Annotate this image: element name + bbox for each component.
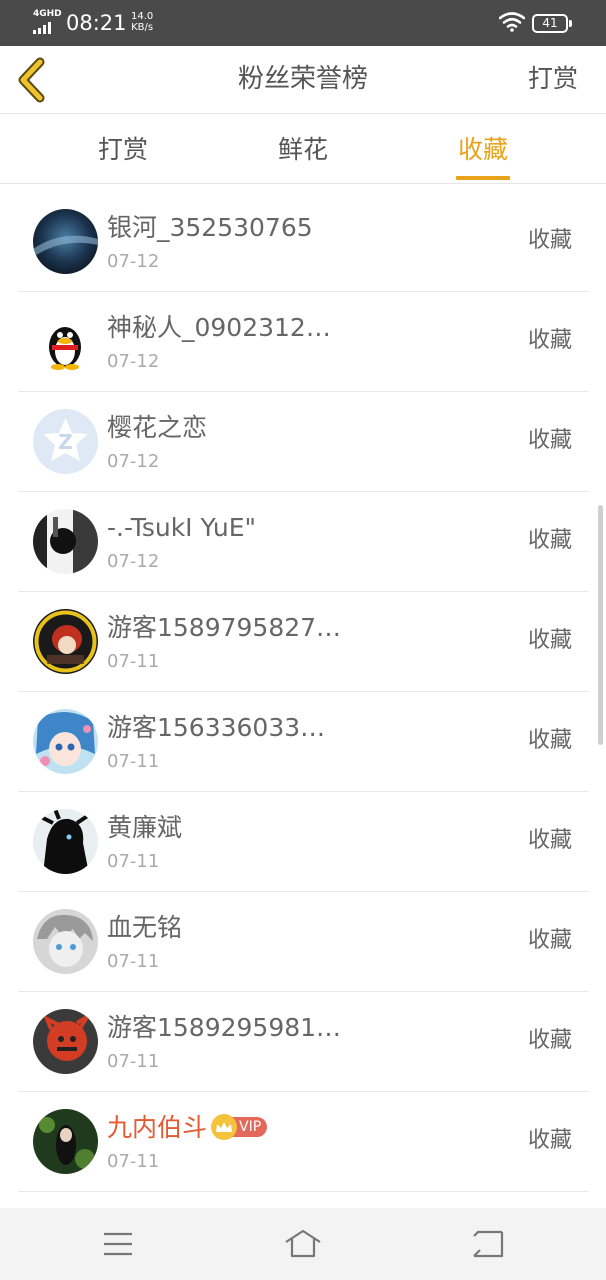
system-nav-bar bbox=[0, 1208, 606, 1280]
network-type: 4GHD bbox=[33, 9, 62, 19]
header: 粉丝荣誉榜 打赏 bbox=[0, 46, 606, 114]
user-name: 神秘人_0902312… bbox=[107, 313, 331, 342]
user-name: 血无铭 bbox=[107, 913, 183, 942]
action-label: 收藏 bbox=[527, 428, 572, 453]
list-item[interactable]: 游客1589295981… 07-11 收藏 bbox=[0, 992, 606, 1092]
avatar bbox=[33, 609, 98, 674]
list-item[interactable]: 黄廉斌 07-11 收藏 bbox=[0, 792, 606, 892]
user-name: ‐.‐TsukI YuE" bbox=[107, 513, 257, 542]
tab-bar: 打赏 鲜花 收藏 bbox=[0, 115, 606, 184]
avatar: Z bbox=[33, 409, 98, 474]
action-label: 收藏 bbox=[527, 928, 572, 953]
action-label: 收藏 bbox=[527, 228, 572, 253]
avatar bbox=[33, 909, 98, 974]
network-speed: 14.0 KB/s bbox=[131, 11, 154, 33]
list-item[interactable]: 游客156336033… 07-11 收藏 bbox=[0, 692, 606, 792]
return-icon bbox=[473, 1230, 504, 1258]
menu-icon bbox=[104, 1232, 132, 1256]
action-label: 收藏 bbox=[527, 528, 572, 553]
svg-text:Z: Z bbox=[58, 430, 73, 454]
list-item[interactable]: ‐.‐TsukI YuE" 07-12 收藏 bbox=[0, 492, 606, 592]
avatar bbox=[33, 509, 98, 574]
active-tab-indicator bbox=[456, 176, 510, 180]
avatar bbox=[33, 309, 98, 374]
avatar bbox=[33, 809, 98, 874]
tab-flowers[interactable]: 鲜花 bbox=[243, 115, 363, 184]
list-item[interactable]: 九内伯斗 VIP 07-11 收藏 bbox=[0, 1092, 606, 1192]
date: 07-11 bbox=[107, 951, 160, 972]
date: 07-12 bbox=[107, 351, 160, 372]
list-item[interactable]: 神秘人_0902312… 07-12 收藏 bbox=[0, 292, 606, 392]
tab-reward[interactable]: 打赏 bbox=[63, 115, 183, 184]
crown-icon bbox=[211, 1114, 238, 1140]
date: 07-11 bbox=[107, 651, 160, 672]
list-item[interactable]: 银河_352530765 07-12 收藏 bbox=[0, 192, 606, 292]
wifi-icon bbox=[499, 12, 525, 32]
avatar bbox=[33, 1009, 98, 1074]
date: 07-11 bbox=[107, 751, 160, 772]
battery-level: 41 bbox=[542, 16, 558, 30]
date: 07-12 bbox=[107, 451, 160, 472]
signal-icon: 4GHD bbox=[33, 9, 62, 35]
action-label: 收藏 bbox=[527, 1028, 572, 1053]
user-name: 游客1589295981… bbox=[107, 1013, 342, 1042]
return-button[interactable] bbox=[468, 1226, 508, 1262]
list-item[interactable]: Z 樱花之恋 07-12 收藏 bbox=[0, 392, 606, 492]
action-label: 收藏 bbox=[527, 1128, 572, 1153]
list-item[interactable]: 游客1589795827… 07-11 收藏 bbox=[0, 592, 606, 692]
menu-button[interactable] bbox=[98, 1226, 138, 1262]
status-bar: 4GHD 08:21 14.0 KB/s 41 bbox=[0, 0, 606, 46]
user-name: 黄廉斌 bbox=[107, 813, 183, 842]
clock: 08:21 bbox=[66, 11, 127, 35]
avatar bbox=[33, 209, 98, 274]
list-item[interactable]: 血无铭 07-11 收藏 bbox=[0, 892, 606, 992]
avatar bbox=[33, 709, 98, 774]
battery-icon: 41 bbox=[532, 14, 572, 33]
action-label: 收藏 bbox=[527, 328, 572, 353]
action-label: 收藏 bbox=[527, 628, 572, 653]
home-button[interactable] bbox=[283, 1226, 323, 1262]
reward-button[interactable]: 打赏 bbox=[528, 62, 578, 96]
page-title: 粉丝荣誉榜 bbox=[237, 64, 368, 94]
action-label: 收藏 bbox=[527, 728, 572, 753]
fan-list: 银河_352530765 07-12 收藏 神秘人_0902312… 07-12… bbox=[0, 192, 606, 1208]
date: 07-11 bbox=[107, 1051, 160, 1072]
user-name: 游客1589795827… bbox=[107, 613, 342, 642]
action-label: 收藏 bbox=[527, 828, 572, 853]
scrollbar[interactable] bbox=[598, 505, 603, 745]
user-name: 游客156336033… bbox=[107, 713, 326, 742]
user-name: 银河_352530765 bbox=[107, 213, 313, 242]
user-name: 九内伯斗 VIP bbox=[107, 1112, 268, 1144]
vip-badge: VIP bbox=[211, 1114, 268, 1140]
tab-favorites[interactable]: 收藏 bbox=[423, 115, 543, 184]
date: 07-12 bbox=[107, 251, 160, 272]
avatar bbox=[33, 1109, 98, 1174]
date: 07-12 bbox=[107, 551, 160, 572]
user-name: 樱花之恋 bbox=[107, 413, 208, 442]
date: 07-11 bbox=[107, 1151, 160, 1172]
date: 07-11 bbox=[107, 851, 160, 872]
home-icon bbox=[285, 1229, 321, 1258]
